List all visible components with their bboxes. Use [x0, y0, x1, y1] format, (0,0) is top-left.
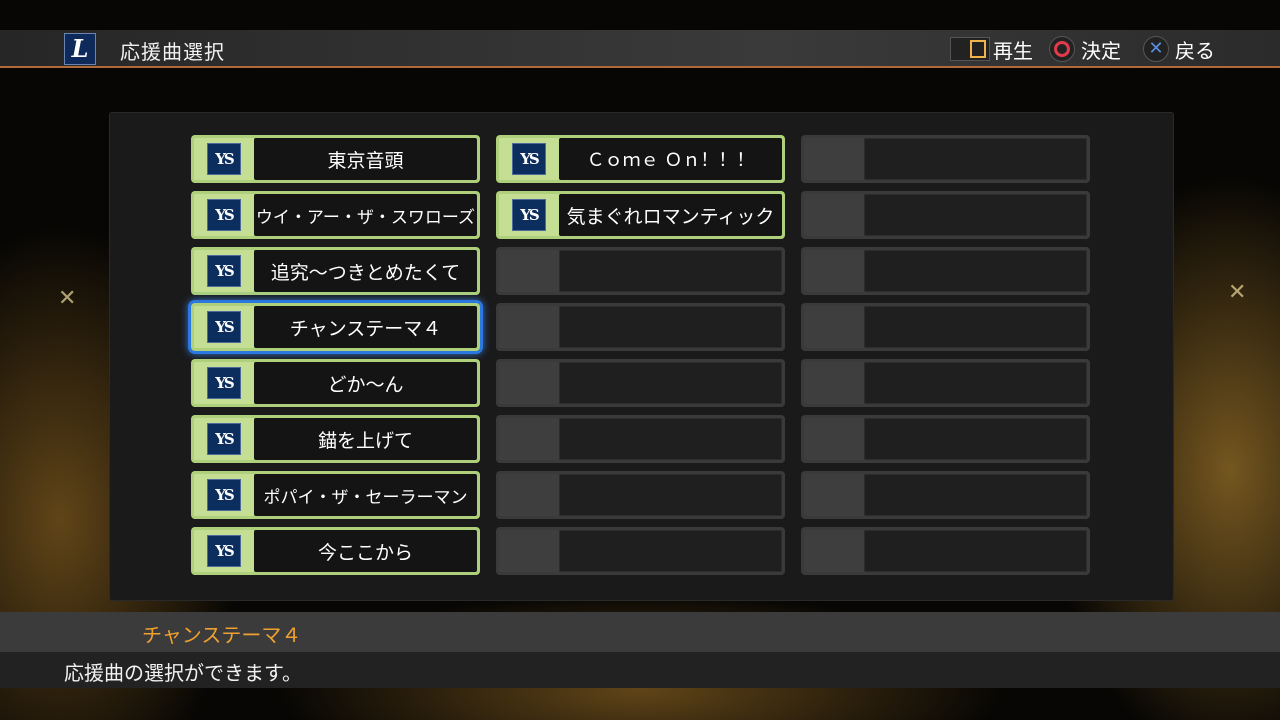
song-slot[interactable]: YS Ｃｏｍｅ Ｏｎ！！！ — [496, 135, 785, 183]
sparkle-icon: ✕ — [1228, 280, 1247, 305]
team-badge-icon: YS — [207, 535, 241, 567]
team-badge-icon: YS — [512, 199, 546, 231]
song-title: 気まぐれロマンティック — [559, 194, 782, 236]
song-title: 東京音頭 — [254, 138, 477, 180]
song-title: ウイ・アー・ザ・スワローズ — [254, 194, 477, 236]
team-logo: L — [64, 33, 96, 65]
song-slot[interactable]: YS ウイ・アー・ザ・スワローズ — [191, 191, 480, 239]
song-title: 錨を上げて — [254, 418, 477, 460]
empty-song-slot[interactable] — [801, 471, 1090, 519]
confirm-control[interactable]: 決定 — [1049, 35, 1121, 63]
team-badge-icon: YS — [207, 479, 241, 511]
play-control[interactable]: 再生 — [950, 35, 1033, 63]
empty-song-slot[interactable] — [801, 135, 1090, 183]
song-title: どか〜ん — [254, 362, 477, 404]
song-title: 追究〜つきとめたくて — [254, 250, 477, 292]
empty-song-slot[interactable] — [801, 191, 1090, 239]
song-title: 今ここから — [254, 530, 477, 572]
song-slot[interactable]: YS 東京音頭 — [191, 135, 480, 183]
empty-song-slot[interactable] — [801, 303, 1090, 351]
sparkle-icon: ✕ — [58, 286, 77, 311]
team-badge-icon: YS — [207, 255, 241, 287]
team-badge-icon: YS — [207, 311, 241, 343]
empty-song-slot[interactable] — [801, 359, 1090, 407]
team-badge-icon: YS — [207, 423, 241, 455]
back-control[interactable]: ✕ 戻る — [1143, 35, 1215, 63]
empty-song-slot[interactable] — [801, 247, 1090, 295]
empty-song-slot[interactable] — [496, 247, 785, 295]
song-slot[interactable]: YS 気まぐれロマンティック — [496, 191, 785, 239]
play-label: 再生 — [993, 38, 1033, 63]
selected-song-title: チャンステーマ４ — [142, 623, 302, 647]
screen-title: 応援曲選択 — [120, 40, 225, 64]
song-slot[interactable]: YS どか〜ん — [191, 359, 480, 407]
song-slot[interactable]: YS 今ここから — [191, 527, 480, 575]
empty-song-slot[interactable] — [496, 359, 785, 407]
song-title: ポパイ・ザ・セーラーマン — [254, 474, 477, 516]
empty-song-slot[interactable] — [496, 415, 785, 463]
empty-song-slot[interactable] — [496, 527, 785, 575]
team-badge-icon: YS — [207, 367, 241, 399]
square-button-icon — [950, 37, 990, 61]
empty-song-slot[interactable] — [801, 527, 1090, 575]
song-slot[interactable]: YS 錨を上げて — [191, 415, 480, 463]
back-label: 戻る — [1175, 38, 1215, 63]
team-badge-icon: YS — [207, 143, 241, 175]
cross-button-icon: ✕ — [1143, 36, 1169, 62]
song-title: チャンステーマ４ — [254, 306, 477, 348]
song-slot-selected[interactable]: YS チャンステーマ４ — [191, 303, 480, 351]
empty-song-slot[interactable] — [801, 415, 1090, 463]
empty-song-slot[interactable] — [496, 303, 785, 351]
circle-button-icon — [1049, 36, 1075, 62]
song-slot[interactable]: YS 追究〜つきとめたくて — [191, 247, 480, 295]
team-badge-icon: YS — [207, 199, 241, 231]
team-badge-icon: YS — [512, 143, 546, 175]
song-slot[interactable]: YS ポパイ・ザ・セーラーマン — [191, 471, 480, 519]
confirm-label: 決定 — [1081, 38, 1121, 63]
help-text: 応援曲の選択ができます。 — [64, 661, 302, 685]
empty-song-slot[interactable] — [496, 471, 785, 519]
song-title: Ｃｏｍｅ Ｏｎ！！！ — [559, 138, 782, 180]
